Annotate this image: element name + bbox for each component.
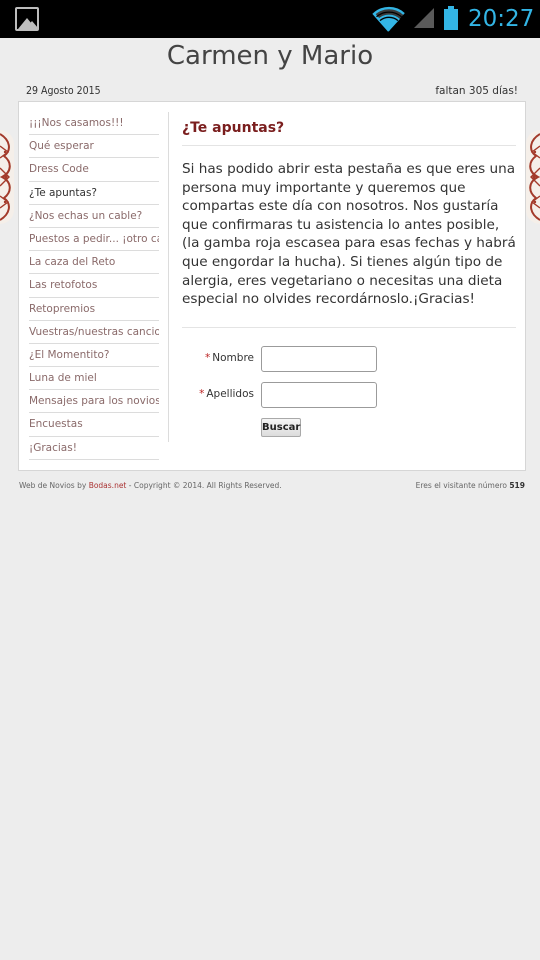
- countdown-text: faltan 305 días!: [435, 85, 518, 97]
- search-button[interactable]: Buscar: [261, 418, 301, 437]
- sidebar-item-otro-cable[interactable]: Puestos a pedir... ¡otro cable!: [29, 228, 159, 252]
- status-bar: 20:27: [0, 0, 540, 38]
- ornament-right: [526, 130, 540, 224]
- last-name-input[interactable]: [261, 382, 377, 408]
- web-page: Carmen y Mario 29 Agosto 2015 faltan 305…: [0, 38, 540, 960]
- sidebar-menu: ¡¡¡Nos casamos!!! Qué esperar Dress Code…: [29, 112, 159, 460]
- sidebar-item-encuestas[interactable]: Encuestas: [29, 413, 159, 437]
- sidebar-item-luna-de-miel[interactable]: Luna de miel: [29, 367, 159, 391]
- required-mark: *: [199, 388, 205, 400]
- required-mark: *: [205, 352, 211, 364]
- first-name-label: * Nombre: [205, 352, 254, 364]
- bodas-net-link[interactable]: Bodas.net: [89, 481, 127, 490]
- ornament-left: [0, 130, 14, 224]
- sidebar-item-mensajes[interactable]: Mensajes para los novios: [29, 390, 159, 414]
- last-name-row: * Apellidos: [182, 382, 516, 408]
- footer-credits: Web de Novios by Bodas.net - Copyright ©…: [19, 481, 282, 490]
- wedding-date: 29 Agosto 2015: [26, 85, 101, 97]
- sidebar-item-nos-casamos[interactable]: ¡¡¡Nos casamos!!!: [29, 112, 159, 136]
- first-name-row: * Nombre: [182, 346, 516, 372]
- content-card: ¡¡¡Nos casamos!!! Qué esperar Dress Code…: [18, 101, 526, 471]
- sidebar-item-que-esperar[interactable]: Qué esperar: [29, 135, 159, 159]
- wifi-icon: [372, 6, 405, 32]
- sidebar-item-retopremios[interactable]: Retopremios: [29, 298, 159, 321]
- site-title: Carmen y Mario: [166, 41, 374, 71]
- first-name-input[interactable]: [261, 346, 377, 372]
- sidebar-item-te-apuntas[interactable]: ¿Te apuntas?: [29, 182, 159, 205]
- clock-time: 20:27: [468, 6, 535, 32]
- sidebar-item-nos-echas-un-cable[interactable]: ¿Nos echas un cable?: [29, 205, 159, 228]
- signal-icon: [414, 8, 434, 28]
- battery-icon: [444, 6, 458, 30]
- page-title: ¿Te apuntas?: [182, 112, 516, 146]
- gallery-notification-icon: [15, 7, 39, 31]
- intro-paragraph: Si has podido abrir esta pestaña es que …: [182, 160, 516, 328]
- menu-divider: [168, 112, 169, 442]
- sidebar-item-momentito[interactable]: ¿El Momentito?: [29, 344, 159, 368]
- sidebar-item-gracias[interactable]: ¡Gracias!: [29, 437, 159, 460]
- sidebar-item-canciones[interactable]: Vuestras/nuestras canciones: [29, 321, 159, 344]
- sidebar-item-retofotos[interactable]: Las retofotos: [29, 274, 159, 298]
- visitor-count: 519: [509, 481, 525, 490]
- sidebar-item-caza-del-reto[interactable]: La caza del Reto: [29, 251, 159, 275]
- visitor-counter: Eres el visitante número 519: [415, 481, 525, 490]
- main-content: ¿Te apuntas? Si has podido abrir esta pe…: [182, 112, 516, 437]
- last-name-label: * Apellidos: [199, 388, 254, 400]
- sidebar-item-dress-code[interactable]: Dress Code: [29, 158, 159, 182]
